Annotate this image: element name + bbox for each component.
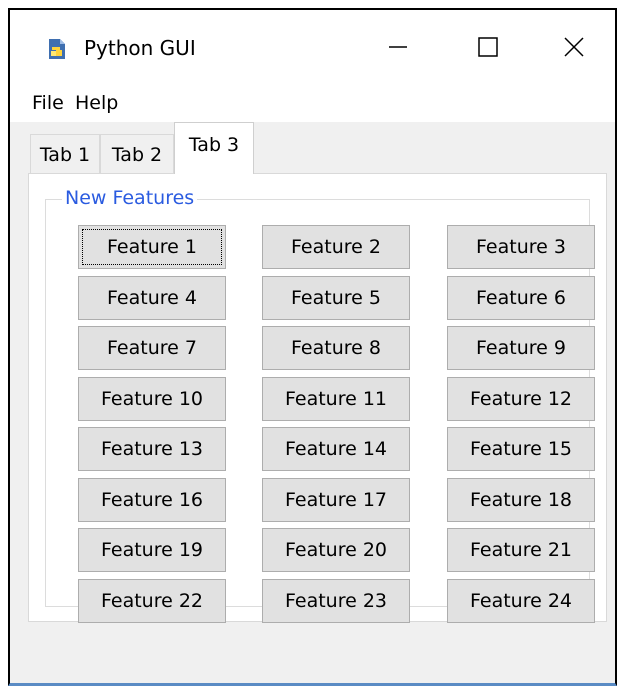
close-button[interactable] (534, 20, 614, 74)
tab-3[interactable]: Tab 3 (174, 122, 254, 174)
new-features-group: New Features Feature 1 Feature 2 Feature 3… (45, 186, 595, 623)
minimize-button[interactable] (358, 20, 438, 74)
feature-2-button[interactable]: Feature 2 (262, 225, 410, 269)
feature-17-button[interactable]: Feature 17 (262, 477, 410, 522)
feature-16-button[interactable]: Feature 16 (78, 477, 226, 522)
menu-file[interactable]: File (30, 89, 66, 117)
feature-20-button[interactable]: Feature 20 (262, 528, 410, 572)
feature-22-button[interactable]: Feature 22 (78, 578, 226, 623)
feature-9-button[interactable]: Feature 9 (447, 326, 595, 370)
tab-3-panel: New Features Feature 1 Feature 2 Feature 3… (28, 173, 607, 623)
tab-1[interactable]: Tab 1 (30, 134, 100, 174)
feature-10-button[interactable]: Feature 10 (78, 376, 226, 421)
group-label: New Features (62, 186, 198, 210)
feature-24-button[interactable]: Feature 24 (447, 578, 595, 623)
feature-1-button[interactable]: Feature 1 (78, 225, 226, 269)
feature-13-button[interactable]: Feature 13 (78, 427, 226, 471)
title-bar[interactable]: Python GUI (10, 10, 615, 84)
feature-21-button[interactable]: Feature 21 (447, 528, 595, 572)
feature-5-button[interactable]: Feature 5 (262, 275, 410, 320)
minimize-icon (389, 46, 407, 48)
feature-12-button[interactable]: Feature 12 (447, 376, 595, 421)
python-app-icon (49, 39, 65, 59)
feature-18-button[interactable]: Feature 18 (447, 477, 595, 522)
menu-bar: File Help (10, 84, 615, 122)
maximize-icon (478, 37, 498, 57)
feature-6-button[interactable]: Feature 6 (447, 275, 595, 320)
feature-19-button[interactable]: Feature 19 (78, 528, 226, 572)
feature-14-button[interactable]: Feature 14 (262, 427, 410, 471)
tab-2[interactable]: Tab 2 (100, 134, 174, 174)
feature-8-button[interactable]: Feature 8 (262, 326, 410, 370)
python-gui-window: Python GUI File Help Tab 1 Tab 2 Tab 3 N… (8, 8, 617, 686)
maximize-button[interactable] (448, 20, 528, 74)
feature-23-button[interactable]: Feature 23 (262, 578, 410, 623)
menu-help[interactable]: Help (73, 89, 120, 117)
close-icon (564, 37, 584, 57)
feature-4-button[interactable]: Feature 4 (78, 275, 226, 320)
window-title: Python GUI (84, 36, 196, 60)
feature-3-button[interactable]: Feature 3 (447, 225, 595, 269)
feature-7-button[interactable]: Feature 7 (78, 326, 226, 370)
feature-15-button[interactable]: Feature 15 (447, 427, 595, 471)
feature-11-button[interactable]: Feature 11 (262, 376, 410, 421)
